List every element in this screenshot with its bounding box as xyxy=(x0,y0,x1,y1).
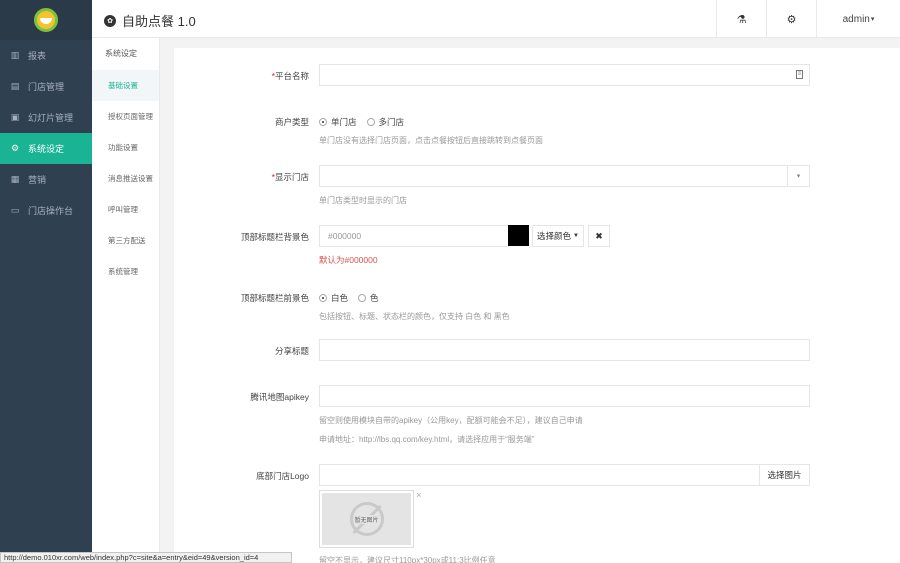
no-image-text: 暂无图片 xyxy=(354,514,379,524)
merchant-type-label: 商户类型 xyxy=(274,117,309,127)
slides-icon: ▣ xyxy=(10,112,20,122)
header-fg-color-help: 包括按钮、标题、状态栏的颜色，仅支持 白色 和 黑色 xyxy=(319,312,510,321)
gift-icon: ▦ xyxy=(10,174,20,184)
map-apikey-label: 腾讯地图apikey xyxy=(250,392,309,402)
sidebar-item-label: 门店操作台 xyxy=(28,206,74,216)
sidebar-item[interactable]: ▤ 门店管理 xyxy=(0,71,92,102)
radio-label: 白色 xyxy=(331,293,349,303)
image-preview: 暂无图片 xyxy=(319,490,414,548)
subnav-item[interactable]: 系统管理 xyxy=(92,256,159,287)
pick-color-label: 选择颜色 xyxy=(537,231,572,241)
header-bg-color-input[interactable]: #000000 xyxy=(319,225,509,247)
settings-form: *平台名称 ≡ 商户类型 单门店 多门店 单门店没有选择门店页面，点击点餐按钮后… xyxy=(174,48,900,563)
app-title: ✿ 自助点餐 1.0 xyxy=(104,11,196,30)
share-title-label: 分享标题 xyxy=(274,346,309,356)
subnav-item[interactable]: 消息推送设置 xyxy=(92,163,159,194)
sidebar-item[interactable]: ▣ 幻灯片管理 xyxy=(0,102,92,133)
sidebar-item[interactable]: ▭ 门店操作台 xyxy=(0,195,92,226)
settings-button[interactable]: ⚙ xyxy=(766,0,816,38)
display-store-label: *显示门店 xyxy=(271,172,309,182)
logo xyxy=(0,0,92,40)
fg-black-radio[interactable]: 色 xyxy=(358,292,379,304)
username: admin xyxy=(842,13,870,25)
subnav-item[interactable]: 基础设置 xyxy=(92,70,159,101)
user-switch-button[interactable]: ⚗ xyxy=(716,0,766,38)
pick-image-button[interactable]: 选择图片 xyxy=(759,465,809,485)
app-title-text: 自助点餐 1.0 xyxy=(122,14,196,29)
footer-logo-input[interactable]: 选择图片 xyxy=(319,464,810,486)
preview-area: 暂无图片 xyxy=(322,493,411,545)
sub-navigation: 系统设定 基础设置 授权页面管理 功能设置 消息推送设置 呼叫管理 第三方配送 系统管理 xyxy=(92,38,160,563)
default-color-note: 默认为#000000 xyxy=(319,255,378,265)
radio-label: 单门店 xyxy=(331,117,357,127)
map-apikey-input[interactable] xyxy=(319,385,810,407)
subnav-item[interactable]: 呼叫管理 xyxy=(92,194,159,225)
display-store-select[interactable]: ▾ xyxy=(319,165,810,187)
radio-off-icon xyxy=(366,118,375,126)
user-switch-icon: ⚗ xyxy=(736,13,747,26)
logo-icon xyxy=(34,8,58,32)
platform-name-input[interactable]: ≡ xyxy=(319,64,810,86)
header-fg-color-label: 顶部标题栏前景色 xyxy=(240,293,309,303)
chevron-down-icon: ▾ xyxy=(787,166,809,186)
sidebar-item[interactable]: ▦ 营销 xyxy=(0,164,92,195)
remove-image-icon[interactable]: × xyxy=(416,490,421,500)
gear-icon: ⚙ xyxy=(786,13,797,26)
gear-icon: ⚙ xyxy=(10,143,20,153)
header-bg-color-label: 顶部标题栏背景色 xyxy=(240,232,309,242)
subnav-title: 系统设定 xyxy=(105,49,137,58)
sidebar: ▥ 报表 ▤ 门店管理 ▣ 幻灯片管理 ⚙ 系统设定 ▦ 营销 ▭ 门店操作台 xyxy=(0,0,92,563)
pick-color-button[interactable]: 选择颜色 ▼ xyxy=(532,225,584,247)
sidebar-item-label: 门店管理 xyxy=(28,82,65,92)
platform-name-label: *平台名称 xyxy=(271,71,309,81)
footer-logo-help: 留空不显示，建议尺寸110px*30px或11:3比例任意 xyxy=(319,556,496,563)
chevron-down-icon: ▾ xyxy=(870,16,875,23)
sidebar-item-label: 营销 xyxy=(28,175,47,185)
no-image-icon: 暂无图片 xyxy=(349,502,384,536)
radio-off-icon xyxy=(358,294,367,302)
subnav-item[interactable]: 授权页面管理 xyxy=(92,101,159,132)
radio-label: 色 xyxy=(370,293,379,303)
store-icon: ▤ xyxy=(10,81,20,91)
chart-icon: ▥ xyxy=(10,50,20,60)
user-menu[interactable]: admin ▾ xyxy=(816,0,900,38)
sidebar-item-label: 报表 xyxy=(28,51,47,61)
clear-color-button[interactable]: ✖ xyxy=(588,225,610,247)
sidebar-item-label: 幻灯片管理 xyxy=(28,113,74,123)
caret-icon: ▼ xyxy=(573,233,579,239)
share-title-input[interactable] xyxy=(319,339,810,361)
merchant-type-help: 单门店没有选择门店页面，点击点餐按钮后直接跳转到点餐页面 xyxy=(319,136,543,145)
merchant-type-multi-radio[interactable]: 多门店 xyxy=(366,116,405,128)
radio-label: 多门店 xyxy=(378,117,405,127)
display-store-help: 单门店类型时显示的门店 xyxy=(319,196,407,205)
console-icon: ▭ xyxy=(10,205,20,215)
merchant-type-radios: 单门店 多门店 xyxy=(319,116,414,128)
color-swatch[interactable] xyxy=(508,225,529,246)
subnav-item[interactable]: 功能设置 xyxy=(92,132,159,163)
fg-white-radio[interactable]: 白色 xyxy=(319,292,348,304)
app-badge-icon: ✿ xyxy=(104,14,116,27)
footer-logo-label: 底部门店Logo xyxy=(256,471,309,481)
radio-on-icon xyxy=(319,294,327,302)
browser-status-url: http://demo.010xr.com/web/index.php?c=si… xyxy=(0,552,292,563)
list-icon: ≡ xyxy=(796,70,803,79)
sidebar-item[interactable]: ▥ 报表 xyxy=(0,40,92,71)
subnav-item[interactable]: 第三方配送 xyxy=(92,225,159,256)
sidebar-item-label: 系统设定 xyxy=(28,144,65,154)
header-fg-color-radios: 白色 色 xyxy=(319,292,389,304)
sidebar-item[interactable]: ⚙ 系统设定 xyxy=(0,133,92,164)
top-header: ✿ 自助点餐 1.0 ⚗ ⚙ admin ▾ xyxy=(92,0,900,38)
radio-on-icon xyxy=(319,118,327,126)
map-apikey-apply-help: 申请地址：http://lbs.qq.com/key.html，请选择应用于“服… xyxy=(319,435,535,444)
merchant-type-single-radio[interactable]: 单门店 xyxy=(319,116,357,128)
map-apikey-help: 留空则使用模块自带的apikey（公用key，配额可能会不足），建议自己申请 xyxy=(319,416,583,425)
